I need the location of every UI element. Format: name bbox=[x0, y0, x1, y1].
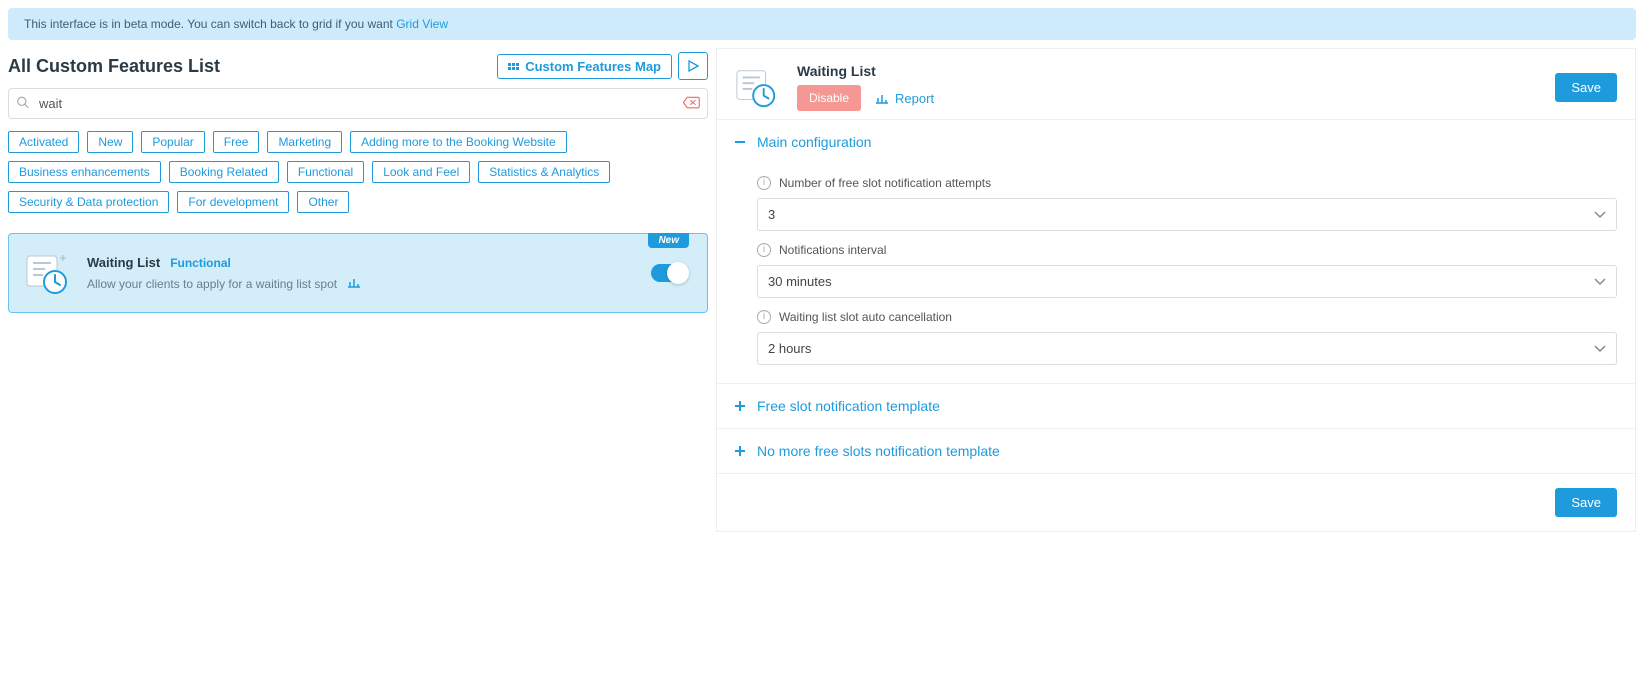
plus-icon bbox=[735, 401, 745, 411]
play-icon bbox=[687, 60, 699, 72]
feature-title: Waiting List bbox=[87, 255, 160, 270]
feature-description: Allow your clients to apply for a waitin… bbox=[87, 277, 337, 291]
left-panel: All Custom Features List Custom Features… bbox=[8, 48, 708, 532]
filter-tag[interactable]: For development bbox=[177, 191, 289, 213]
filter-tag[interactable]: Business enhancements bbox=[8, 161, 161, 183]
section-free-slot-template[interactable]: Free slot notification template bbox=[717, 384, 1635, 428]
filter-tags: Activated New Popular Free Marketing Add… bbox=[8, 131, 708, 213]
field-label: Notifications interval bbox=[779, 243, 886, 257]
grid-icon bbox=[508, 63, 519, 70]
map-link-label: Custom Features Map bbox=[525, 59, 661, 74]
grid-view-link[interactable]: Grid View bbox=[396, 17, 448, 31]
beta-banner: This interface is in beta mode. You can … bbox=[8, 8, 1636, 40]
page-title: All Custom Features List bbox=[8, 56, 220, 77]
waiting-list-icon bbox=[735, 65, 781, 109]
stats-icon[interactable] bbox=[347, 276, 361, 291]
custom-features-map-link[interactable]: Custom Features Map bbox=[497, 54, 672, 79]
detail-panel: Waiting List Disable Report Save Main co… bbox=[716, 48, 1636, 532]
filter-tag[interactable]: Functional bbox=[287, 161, 364, 183]
clear-search-icon[interactable] bbox=[682, 95, 700, 112]
info-icon[interactable]: i bbox=[757, 243, 771, 257]
save-button-footer[interactable]: Save bbox=[1555, 488, 1617, 517]
filter-tag[interactable]: Other bbox=[297, 191, 349, 213]
attempts-select[interactable]: 3 bbox=[757, 198, 1617, 231]
section-title: Free slot notification template bbox=[757, 398, 940, 414]
feature-category: Functional bbox=[170, 256, 231, 270]
search-input[interactable] bbox=[8, 88, 708, 119]
info-icon[interactable]: i bbox=[757, 310, 771, 324]
filter-tag[interactable]: Activated bbox=[8, 131, 79, 153]
save-button[interactable]: Save bbox=[1555, 73, 1617, 102]
filter-tag[interactable]: Statistics & Analytics bbox=[478, 161, 610, 183]
minus-icon bbox=[735, 141, 745, 143]
waiting-list-icon bbox=[25, 250, 71, 296]
cancel-select[interactable]: 2 hours bbox=[757, 332, 1617, 365]
detail-title: Waiting List bbox=[797, 63, 1539, 79]
disable-button[interactable]: Disable bbox=[797, 85, 861, 111]
filter-tag[interactable]: Look and Feel bbox=[372, 161, 470, 183]
filter-tag[interactable]: New bbox=[87, 131, 133, 153]
info-icon[interactable]: i bbox=[757, 176, 771, 190]
report-icon bbox=[875, 92, 889, 104]
filter-tag[interactable]: Booking Related bbox=[169, 161, 279, 183]
interval-select[interactable]: 30 minutes bbox=[757, 265, 1617, 298]
report-label: Report bbox=[895, 91, 934, 106]
beta-banner-text: This interface is in beta mode. You can … bbox=[24, 17, 396, 31]
section-title: Main configuration bbox=[757, 134, 871, 150]
filter-tag[interactable]: Security & Data protection bbox=[8, 191, 169, 213]
filter-tag[interactable]: Free bbox=[213, 131, 260, 153]
field-label: Waiting list slot auto cancellation bbox=[779, 310, 952, 324]
filter-tag[interactable]: Popular bbox=[141, 131, 204, 153]
section-no-more-slots-template[interactable]: No more free slots notification template bbox=[717, 429, 1635, 473]
feature-card[interactable]: New Waiting List Functional bbox=[8, 233, 708, 313]
filter-tag[interactable]: Adding more to the Booking Website bbox=[350, 131, 567, 153]
section-main-config[interactable]: Main configuration bbox=[717, 120, 1635, 164]
feature-toggle[interactable] bbox=[651, 264, 687, 282]
play-button[interactable] bbox=[678, 52, 708, 80]
report-link[interactable]: Report bbox=[875, 91, 934, 106]
new-badge: New bbox=[648, 233, 689, 248]
plus-icon bbox=[735, 446, 745, 456]
section-title: No more free slots notification template bbox=[757, 443, 1000, 459]
search-icon bbox=[16, 95, 30, 112]
field-label: Number of free slot notification attempt… bbox=[779, 176, 991, 190]
filter-tag[interactable]: Marketing bbox=[267, 131, 342, 153]
